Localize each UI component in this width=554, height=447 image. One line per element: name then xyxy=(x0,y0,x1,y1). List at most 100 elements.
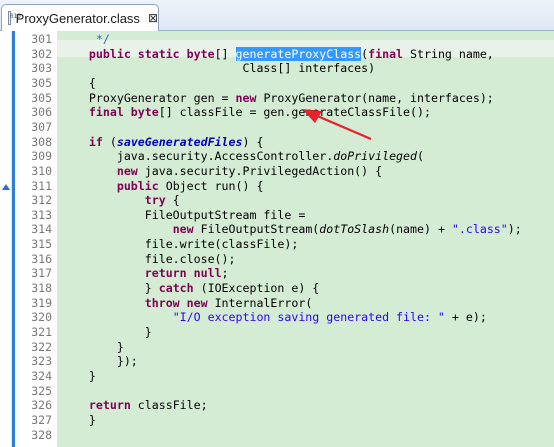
line-number: 319 xyxy=(31,295,52,310)
code-token: FileOutputStream file = xyxy=(61,207,306,222)
code-token: { xyxy=(165,193,180,208)
code-editor[interactable]: 301 */302 public static byte[] generateP… xyxy=(0,31,554,447)
line-number: 328 xyxy=(31,427,52,442)
line-number: 314 xyxy=(31,222,52,237)
code-token: Object run() { xyxy=(158,178,264,193)
close-icon[interactable]: ⊠ xyxy=(148,11,158,25)
code-line: 314 new FileOutputStream(dotToSlash(name… xyxy=(0,222,554,237)
line-number: 323 xyxy=(31,354,52,369)
line-number: 305 xyxy=(31,75,52,90)
code-text: FileOutputStream file = xyxy=(61,207,306,223)
code-line: 305 ProxyGenerator gen = new ProxyGenera… xyxy=(0,91,554,106)
code-token: } xyxy=(61,281,159,296)
line-number: 321 xyxy=(31,325,52,339)
code-text: public Object run() { xyxy=(61,178,264,194)
code-line: 308 if (saveGeneratedFiles) { xyxy=(0,135,554,150)
line-number: 317 xyxy=(31,266,52,281)
line-number: 308 xyxy=(31,134,52,149)
line-number: 312 xyxy=(31,193,52,208)
code-token: try xyxy=(144,193,166,208)
code-line: 311 public Object run() { xyxy=(0,179,554,194)
code-text: } xyxy=(61,369,96,384)
code-token: InternalError( xyxy=(207,295,313,310)
code-text: return null; xyxy=(61,266,229,281)
code-text: Class[] interfaces) xyxy=(61,61,375,76)
class-file-icon xyxy=(8,11,19,25)
code-token: [] xyxy=(214,46,236,61)
code-text: new FileOutputStream(dotToSlash(name) + … xyxy=(61,222,522,237)
code-token: new xyxy=(116,163,138,178)
code-token: dotToSlash xyxy=(319,222,390,237)
code-token: return null xyxy=(144,266,222,281)
tab-proxygenerator-class[interactable]: ProxyGenerator.class ⊠ xyxy=(1,4,159,31)
code-text: */ xyxy=(61,32,110,47)
code-token: } xyxy=(61,339,124,354)
line-number: 327 xyxy=(31,412,52,427)
code-text: throw new InternalError( xyxy=(61,295,313,311)
code-line: 312 try { xyxy=(0,193,554,208)
code-text: java.security.AccessController.doPrivile… xyxy=(61,149,424,164)
line-number: 318 xyxy=(31,281,52,296)
code-line: 322 } xyxy=(0,340,554,355)
line-number: 325 xyxy=(31,383,52,398)
line-number: 313 xyxy=(31,207,52,222)
code-token: ) { xyxy=(242,134,264,149)
code-line: 303 Class[] interfaces) xyxy=(0,61,554,76)
code-line: 324 } xyxy=(0,369,554,384)
code-token: file.write(classFile); xyxy=(61,237,299,252)
code-text: { xyxy=(61,76,96,91)
line-number: 305 xyxy=(31,90,52,105)
code-line: 307 xyxy=(0,120,554,135)
code-line: 309 java.security.AccessController.doPri… xyxy=(0,149,554,164)
line-number: 309 xyxy=(31,149,52,164)
code-token: (name) + xyxy=(389,222,452,237)
code-line: 302 public static byte[] generateProxyCl… xyxy=(0,46,554,62)
code-token: if xyxy=(88,134,103,149)
code-line: 327 } xyxy=(0,413,554,428)
code-token: final xyxy=(368,46,404,61)
code-line: 320 "I/O exception saving generated file… xyxy=(0,310,554,325)
code-token: java.security.AccessController. xyxy=(61,149,334,164)
code-token: + e); xyxy=(444,310,487,325)
code-token: throw new xyxy=(144,295,208,310)
code-line: 319 throw new InternalError( xyxy=(0,296,554,311)
code-line: 317 return null; xyxy=(0,266,554,281)
code-token: ; xyxy=(221,266,229,281)
code-token: ); xyxy=(507,222,522,237)
code-token: public static byte xyxy=(88,46,215,61)
line-number: 326 xyxy=(31,398,52,413)
code-token: [] classFile = gen.generateClassFile(); xyxy=(158,105,431,120)
line-number: 322 xyxy=(31,339,52,354)
code-text: public static byte[] generateProxyClass(… xyxy=(61,46,494,62)
code-token: return xyxy=(88,398,131,413)
code-text: "I/O exception saving generated file: " … xyxy=(61,310,487,325)
code-token: java.security.PrivilegedAction() { xyxy=(137,163,383,178)
code-line: 316 file.close(); xyxy=(0,252,554,267)
line-number: 307 xyxy=(31,119,52,134)
line-number: 302 xyxy=(31,46,52,61)
code-token: }); xyxy=(61,354,138,369)
code-line: 315 file.write(classFile); xyxy=(0,237,554,252)
code-text: file.close(); xyxy=(61,252,236,267)
code-token: ProxyGenerator gen = xyxy=(61,90,236,105)
override-marker-icon[interactable] xyxy=(2,183,10,190)
code-text: if (saveGeneratedFiles) { xyxy=(61,134,264,150)
line-number: 324 xyxy=(31,368,52,383)
code-token: catch xyxy=(158,281,194,296)
line-number: 320 xyxy=(31,310,52,325)
code-token: final byte xyxy=(88,105,159,120)
code-token: (IOException e) { xyxy=(193,281,320,296)
code-token: file.close(); xyxy=(61,251,236,266)
code-line: 306 final byte[] classFile = gen.generat… xyxy=(0,105,554,120)
code-line: 326 return classFile; xyxy=(0,398,554,413)
selected-method-name: generateProxyClass xyxy=(235,46,362,61)
code-token: ( xyxy=(417,149,424,164)
